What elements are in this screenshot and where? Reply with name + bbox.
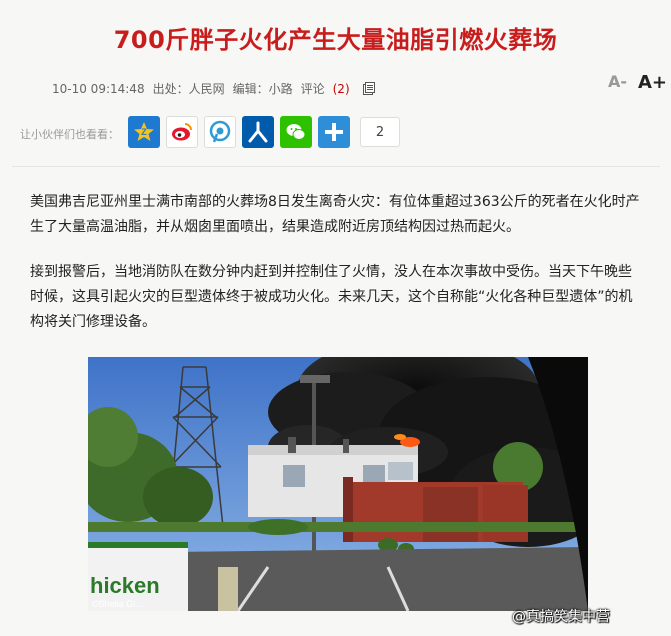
- comments-count: (2): [332, 82, 350, 96]
- wechat-icon: [286, 124, 306, 140]
- font-increase-button[interactable]: A+: [638, 72, 667, 93]
- share-wechat-button[interactable]: [280, 116, 312, 148]
- article-title: 700斤胖子火化产生大量油脂引燃火葬场: [113, 26, 558, 54]
- share-bar: Z 2: [128, 116, 400, 148]
- article-source: 出处：人民网: [152, 82, 225, 96]
- plus-icon: [325, 123, 343, 141]
- grass-strip: [88, 522, 588, 532]
- article-meta: 10-10 09:14:48 出处：人民网 编辑：小路 评论 (2): [52, 80, 376, 97]
- share-count: 2: [360, 117, 400, 147]
- article-paragraph-1: 美国弗吉尼亚州里士满市南部的火葬场8日发生离奇火灾：有位体重超过363公斤的死者…: [30, 194, 640, 235]
- share-label: 让小伙伴们也看看：: [20, 128, 119, 141]
- comments-link[interactable]: 评论 (2): [301, 80, 358, 97]
- share-weibo-button[interactable]: [166, 116, 198, 148]
- parking-lot: [148, 547, 588, 611]
- share-qzone-button[interactable]: Z: [128, 116, 160, 148]
- svg-text:Z: Z: [141, 127, 147, 137]
- font-decrease-button[interactable]: A-: [608, 72, 627, 91]
- brick-wall: [343, 477, 528, 542]
- article-editor: 编辑：小路: [232, 82, 293, 96]
- weibo-icon: [172, 123, 192, 141]
- publish-date: 10-10 09:14:48: [52, 81, 145, 96]
- tencent-weibo-icon: [209, 120, 231, 143]
- share-tqq-button[interactable]: [204, 116, 236, 148]
- weibo-watermark: @真搞笑集中营: [512, 609, 610, 625]
- header-divider: [12, 166, 660, 167]
- renren-icon: [248, 121, 268, 143]
- qzone-icon: Z: [134, 122, 154, 141]
- article-photo: hicken ©Shelia Gi...: [88, 357, 588, 611]
- document-icon[interactable]: [362, 81, 376, 96]
- photo-credit: ©Shelia Gi...: [92, 599, 143, 609]
- share-renren-button[interactable]: [242, 116, 274, 148]
- trash-bin: [218, 567, 238, 611]
- sign-text: hicken: [90, 573, 160, 598]
- fire-scene-photo: hicken ©Shelia Gi...: [88, 357, 588, 611]
- comments-label: 评论: [300, 82, 325, 96]
- article-paragraph-2: 接到报警后，当地消防队在数分钟内赶到并控制住了火情，没人在本次事故中受伤。当天下…: [30, 264, 633, 330]
- share-more-button[interactable]: [318, 116, 350, 148]
